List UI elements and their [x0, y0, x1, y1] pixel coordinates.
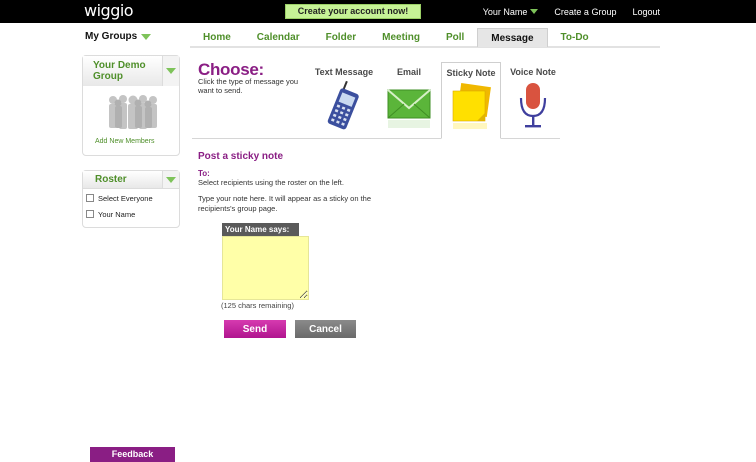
chars-remaining: (125 chars remaining) [221, 301, 294, 310]
message-type-text-message[interactable]: Text Message [313, 62, 375, 138]
to-label: To: [198, 169, 210, 178]
to-description: Select recipients using the roster on th… [198, 178, 344, 187]
my-groups-label: My Groups [85, 31, 138, 42]
roster-item-select-everyone: Select Everyone [83, 191, 179, 205]
group-panel: Your Demo Group Add New Members [82, 55, 180, 156]
roster-item-label: Your Name [98, 209, 136, 219]
tab-calendar[interactable]: Calendar [244, 28, 313, 47]
choose-divider [192, 138, 560, 139]
cancel-button[interactable]: Cancel [295, 320, 356, 338]
tab-to-do[interactable]: To-Do [548, 28, 602, 47]
create-group-link[interactable]: Create a Group [554, 7, 616, 17]
tab-home[interactable]: Home [190, 28, 244, 47]
create-account-button[interactable]: Create your account now! [285, 4, 421, 19]
sticky-note-header: Your Name says: [222, 223, 299, 236]
message-type-label: Sticky Note [446, 68, 496, 78]
sticky-note-input[interactable] [222, 236, 309, 300]
roster-title: Roster [83, 171, 163, 188]
message-type-label: Email [396, 67, 421, 77]
user-name-label: Your Name [482, 6, 528, 17]
chevron-down-icon [166, 68, 176, 74]
main-nav: Home Calendar Folder Meeting Poll Messag… [190, 28, 660, 48]
chevron-down-icon [141, 33, 152, 40]
roster-header: Roster [83, 171, 179, 189]
chevron-down-icon [166, 176, 176, 183]
group-dropdown-button[interactable] [163, 56, 179, 86]
group-members-silhouette-icon [109, 95, 157, 129]
form-title: Post a sticky note [198, 151, 284, 162]
roster-dropdown-button[interactable] [163, 171, 179, 188]
my-groups-dropdown[interactable]: My Groups [85, 31, 152, 42]
user-menu[interactable]: Your Name [483, 7, 539, 17]
roster-item-your-name: Your Name [83, 207, 179, 221]
select-everyone-checkbox[interactable] [86, 194, 94, 202]
send-button[interactable]: Send [224, 320, 286, 338]
roster-panel: Roster Select Everyone Your Name [82, 170, 180, 228]
feedback-button[interactable]: Feedback [90, 447, 175, 462]
tab-meeting[interactable]: Meeting [369, 28, 433, 47]
envelope-icon [387, 89, 431, 128]
logout-link[interactable]: Logout [632, 7, 660, 17]
message-type-email[interactable]: Email [380, 62, 438, 138]
message-type-voice-note[interactable]: Voice Note [504, 62, 562, 138]
group-header: Your Demo Group [83, 56, 179, 86]
note-description: Type your note here. It will appear as a… [198, 194, 372, 213]
top-bar: wiggio Create your account now! Your Nam… [0, 0, 756, 23]
add-new-members-link[interactable]: Add New Members [95, 138, 155, 145]
choose-subtitle: Click the type of message you want to se… [198, 77, 299, 95]
message-type-sticky-note[interactable]: Sticky Note [441, 62, 501, 139]
wiggio-logo[interactable]: wiggio [84, 1, 134, 20]
tab-poll[interactable]: Poll [433, 28, 477, 47]
cell-phone-icon [327, 80, 359, 130]
microphone-icon [519, 83, 547, 128]
message-type-label: Text Message [314, 67, 374, 77]
your-name-checkbox[interactable] [86, 210, 94, 218]
tab-folder[interactable]: Folder [313, 28, 370, 47]
sticky-note-icon [452, 83, 491, 129]
tab-message[interactable]: Message [477, 28, 548, 47]
message-type-label: Voice Note [510, 67, 556, 77]
chevron-down-icon [530, 9, 539, 14]
top-user-menu: Your Name Create a Group Logout [483, 0, 660, 23]
group-name[interactable]: Your Demo Group [83, 56, 163, 86]
roster-item-label: Select Everyone [98, 193, 153, 203]
